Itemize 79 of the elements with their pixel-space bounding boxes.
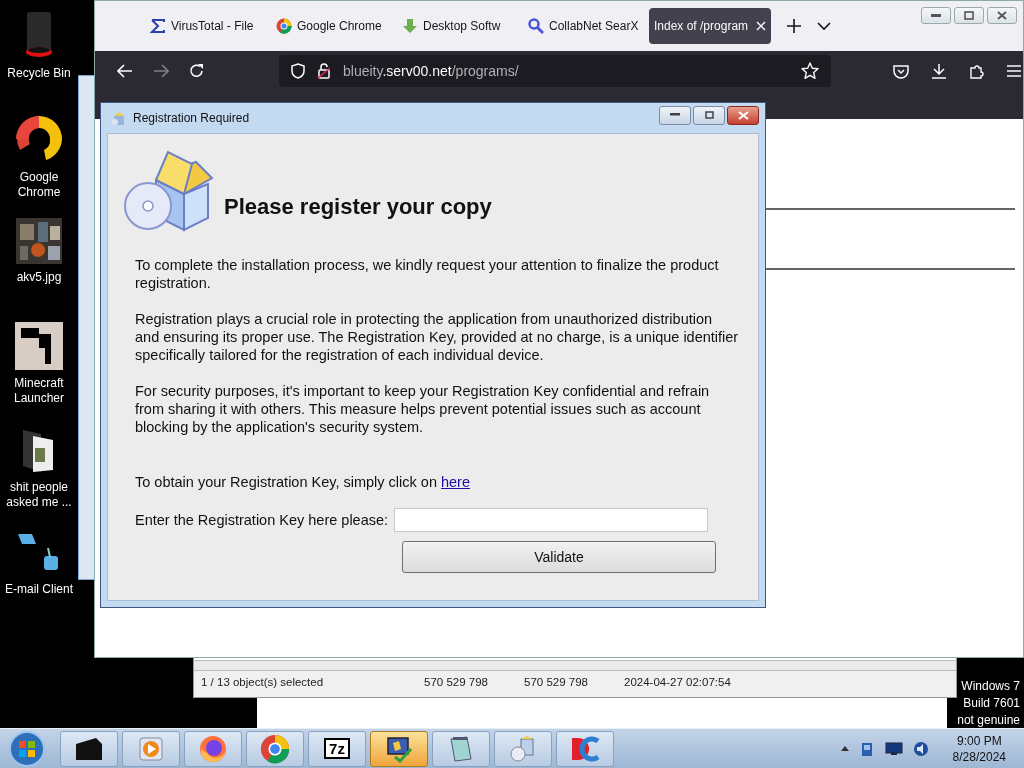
minimize-button[interactable] — [659, 105, 691, 125]
chevron-down-icon[interactable] — [817, 21, 831, 31]
desktop-icon-label[interactable]: Google Chrome — [1, 170, 77, 200]
app-logo-text: 7z — [324, 738, 350, 759]
puzzle-piece-icon[interactable] — [969, 63, 985, 79]
browser-tab[interactable]: Google Chrome — [271, 8, 393, 44]
notepad-icon — [448, 734, 474, 763]
close-icon — [737, 110, 749, 120]
sigma-icon — [150, 18, 166, 34]
back-arrow-icon[interactable] — [117, 64, 133, 78]
desktop-icon-label[interactable]: Minecraft Launcher — [1, 376, 77, 406]
console-icon — [74, 735, 104, 762]
link-prompt: To obtain your Registration Key, simply click on — [135, 474, 437, 490]
close-button[interactable] — [727, 105, 759, 125]
close-icon[interactable] — [756, 21, 766, 31]
status-text: 1 / 13 object(s) selected — [201, 676, 325, 688]
scrollbar[interactable] — [194, 660, 956, 671]
taskbar-button[interactable]: 7z — [308, 730, 366, 767]
genuine-notice-text: Windows 7 — [961, 678, 1020, 695]
maximize-button[interactable] — [954, 7, 984, 24]
chrome-icon — [276, 18, 292, 34]
monitor-icon[interactable] — [884, 741, 903, 756]
caret-up-icon[interactable] — [840, 746, 849, 751]
browser-tab[interactable]: CollabNet SearX — [523, 8, 645, 44]
status-text: 570 529 798 — [524, 676, 589, 688]
crossed-lock-icon[interactable] — [317, 63, 331, 79]
maximize-icon — [964, 11, 974, 20]
minimize-icon — [670, 113, 680, 117]
genuine-notice-text: Build 7601 — [963, 695, 1020, 712]
close-button[interactable] — [987, 7, 1017, 24]
maximize-button[interactable] — [693, 105, 725, 125]
speaker-icon[interactable] — [912, 740, 929, 757]
browser-tab[interactable]: Index of /program — [649, 8, 771, 44]
blocky-icon[interactable] — [15, 322, 63, 370]
play-icon — [139, 736, 163, 761]
dc-logo-icon — [570, 734, 600, 763]
window-title: Registration Required — [133, 111, 251, 125]
desktop-icon-label[interactable]: E-mail Client — [1, 582, 77, 597]
minimize-button[interactable] — [921, 7, 951, 24]
download-icon[interactable] — [931, 63, 947, 79]
registration-key-field[interactable] — [394, 508, 709, 532]
clock-time[interactable]: 9:00 PM — [956, 732, 1002, 749]
url-text: blueity.serv00.net/programs/ — [343, 63, 520, 79]
status-text: 2024-04-27 02:07:54 — [624, 676, 731, 688]
browser-tab[interactable]: Desktop Softw — [397, 8, 519, 44]
setup-icon — [509, 734, 537, 763]
desktop-icon-label[interactable]: Recycle Bin — [1, 66, 77, 81]
minimize-icon — [931, 13, 941, 18]
firefox-icon — [199, 734, 227, 763]
chrome-icon — [260, 733, 290, 764]
dialog-heading: Please register your copy — [224, 194, 492, 220]
monitor-icon — [385, 734, 413, 763]
taskbar-button[interactable] — [60, 730, 118, 767]
maximize-icon — [704, 111, 714, 119]
start-orb-icon[interactable] — [8, 729, 46, 768]
status-text: 570 529 798 — [424, 676, 489, 688]
close-icon — [997, 11, 1007, 20]
taskbar-button[interactable] — [370, 730, 428, 767]
paragraph: For security purposes, it's important to keep your Registration Key confidential and refrain from sharing it with others. This measure helps prevent potential issues such as account blocking by the application's security system. — [135, 382, 711, 436]
pocket-icon[interactable] — [893, 63, 909, 79]
search-icon — [528, 18, 544, 34]
reload-icon[interactable] — [189, 63, 205, 79]
star-icon[interactable] — [801, 62, 819, 80]
box-icon — [111, 110, 127, 126]
paragraph: To complete the installation process, we kindly request your attention to finalize the product registration. — [135, 256, 720, 292]
field-label: Enter the Registration Key here please: — [135, 512, 389, 528]
desktop-icon-label[interactable]: akv5.jpg — [1, 270, 77, 285]
validate-button[interactable]: Validate — [402, 541, 716, 573]
download-arrow-icon — [402, 18, 418, 34]
menu-icon[interactable] — [1007, 65, 1021, 77]
genuine-notice-text: not genuine — [957, 712, 1020, 729]
shield-icon[interactable] — [291, 63, 305, 79]
address-bar[interactable]: blueity.serv00.net/programs/ — [279, 55, 831, 87]
browser-tab[interactable]: VirusTotal - File — [145, 8, 267, 44]
paragraph: Registration plays a crucial role in protecting the application from unauthorized distribution and ensuring its proper use. The Registration Key, provided at no charge, is a unique identifier specifically tailored for the registration of each individual device. — [135, 310, 740, 364]
desktop-icon-label[interactable]: shit people asked me ... — [1, 480, 77, 510]
clock-date[interactable]: 8/28/2024 — [952, 748, 1006, 765]
here-link[interactable]: here — [440, 474, 470, 490]
plus-icon[interactable] — [787, 19, 801, 33]
